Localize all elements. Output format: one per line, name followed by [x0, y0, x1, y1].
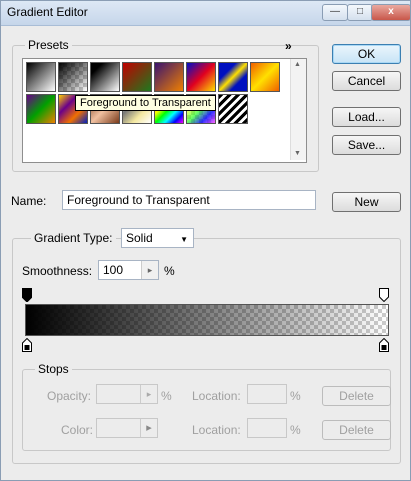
- opacity-location-unit: %: [290, 389, 301, 403]
- opacity-label: Opacity:: [47, 389, 92, 403]
- opacity-stop-right-icon[interactable]: [379, 288, 389, 302]
- color-delete-button[interactable]: Delete: [322, 420, 391, 440]
- window-title: Gradient Editor: [7, 5, 88, 19]
- opacity-stop-left-icon[interactable]: [22, 288, 32, 302]
- new-button[interactable]: New: [332, 192, 401, 212]
- cancel-button[interactable]: Cancel: [332, 71, 401, 91]
- smoothness-value: 100: [103, 263, 124, 277]
- preset-black-white-radial-swatch[interactable]: [26, 62, 56, 92]
- opacity-field[interactable]: ▸: [96, 384, 158, 404]
- color-label: Color:: [61, 423, 94, 437]
- smoothness-unit: %: [164, 264, 175, 278]
- preset-black-white-swatch[interactable]: [90, 62, 120, 92]
- smoothness-field[interactable]: 100 ▸: [98, 260, 159, 280]
- ok-button[interactable]: OK: [332, 44, 401, 64]
- color-location-unit: %: [290, 423, 301, 437]
- load-button[interactable]: Load...: [332, 107, 401, 127]
- gradient-type-value: Solid: [126, 231, 153, 245]
- preset-foreground-transparent-swatch[interactable]: [58, 62, 88, 92]
- opacity-delete-button[interactable]: Delete: [322, 386, 391, 406]
- preset-tooltip: Foreground to Transparent: [75, 95, 216, 111]
- chevron-down-icon: ▼: [180, 235, 188, 244]
- gradient-type-label: Gradient Type:: [31, 231, 116, 245]
- preset-transparent-stripes-swatch[interactable]: [218, 94, 248, 124]
- preset-orange-yellow-orange-swatch[interactable]: [250, 62, 280, 92]
- scroll-up-icon[interactable]: ▲: [294, 61, 301, 68]
- presets-label: Presets: [25, 38, 72, 52]
- preset-blue-yellow-blue-swatch[interactable]: [218, 62, 248, 92]
- opacity-location-field[interactable]: [247, 384, 287, 404]
- preset-violet-orange-swatch[interactable]: [154, 62, 184, 92]
- opacity-location-label: Location:: [192, 389, 241, 403]
- color-location-field[interactable]: [247, 418, 287, 438]
- scroll-down-icon[interactable]: ▼: [294, 150, 301, 157]
- stops-label: Stops: [35, 362, 72, 376]
- smoothness-label: Smoothness:: [22, 264, 93, 278]
- maximize-button[interactable]: □: [347, 4, 373, 21]
- preset-blue-red-yellow-swatch[interactable]: [186, 62, 216, 92]
- opacity-arrow-icon[interactable]: ▸: [140, 385, 157, 403]
- preset-red-green-swatch[interactable]: [122, 62, 152, 92]
- presets-menu-icon[interactable]: »: [285, 39, 292, 53]
- name-field[interactable]: [62, 190, 316, 210]
- color-location-label: Location:: [192, 423, 241, 437]
- color-arrow-icon[interactable]: ▸: [140, 419, 157, 437]
- opacity-unit: %: [161, 389, 172, 403]
- gradient-preview-bar[interactable]: [25, 304, 389, 336]
- gradient-editor-window: Gradient Editor — □ x Presets » ▲ ▼ Fore…: [0, 0, 411, 481]
- gradient-type-select[interactable]: Solid ▼: [121, 228, 194, 248]
- title-bar: Gradient Editor — □ x: [1, 1, 411, 26]
- smoothness-arrow-icon[interactable]: ▸: [141, 261, 158, 279]
- color-swatch-field[interactable]: ▸: [96, 418, 158, 438]
- save-button[interactable]: Save...: [332, 135, 401, 155]
- color-stop-right-icon[interactable]: [379, 338, 389, 352]
- close-button[interactable]: x: [371, 4, 411, 21]
- minimize-button[interactable]: —: [322, 4, 348, 21]
- preset-violet-green-orange-swatch[interactable]: [26, 94, 56, 124]
- color-stop-left-icon[interactable]: [22, 338, 32, 352]
- presets-scrollbar[interactable]: ▲ ▼: [290, 59, 306, 160]
- name-label: Name:: [11, 194, 47, 208]
